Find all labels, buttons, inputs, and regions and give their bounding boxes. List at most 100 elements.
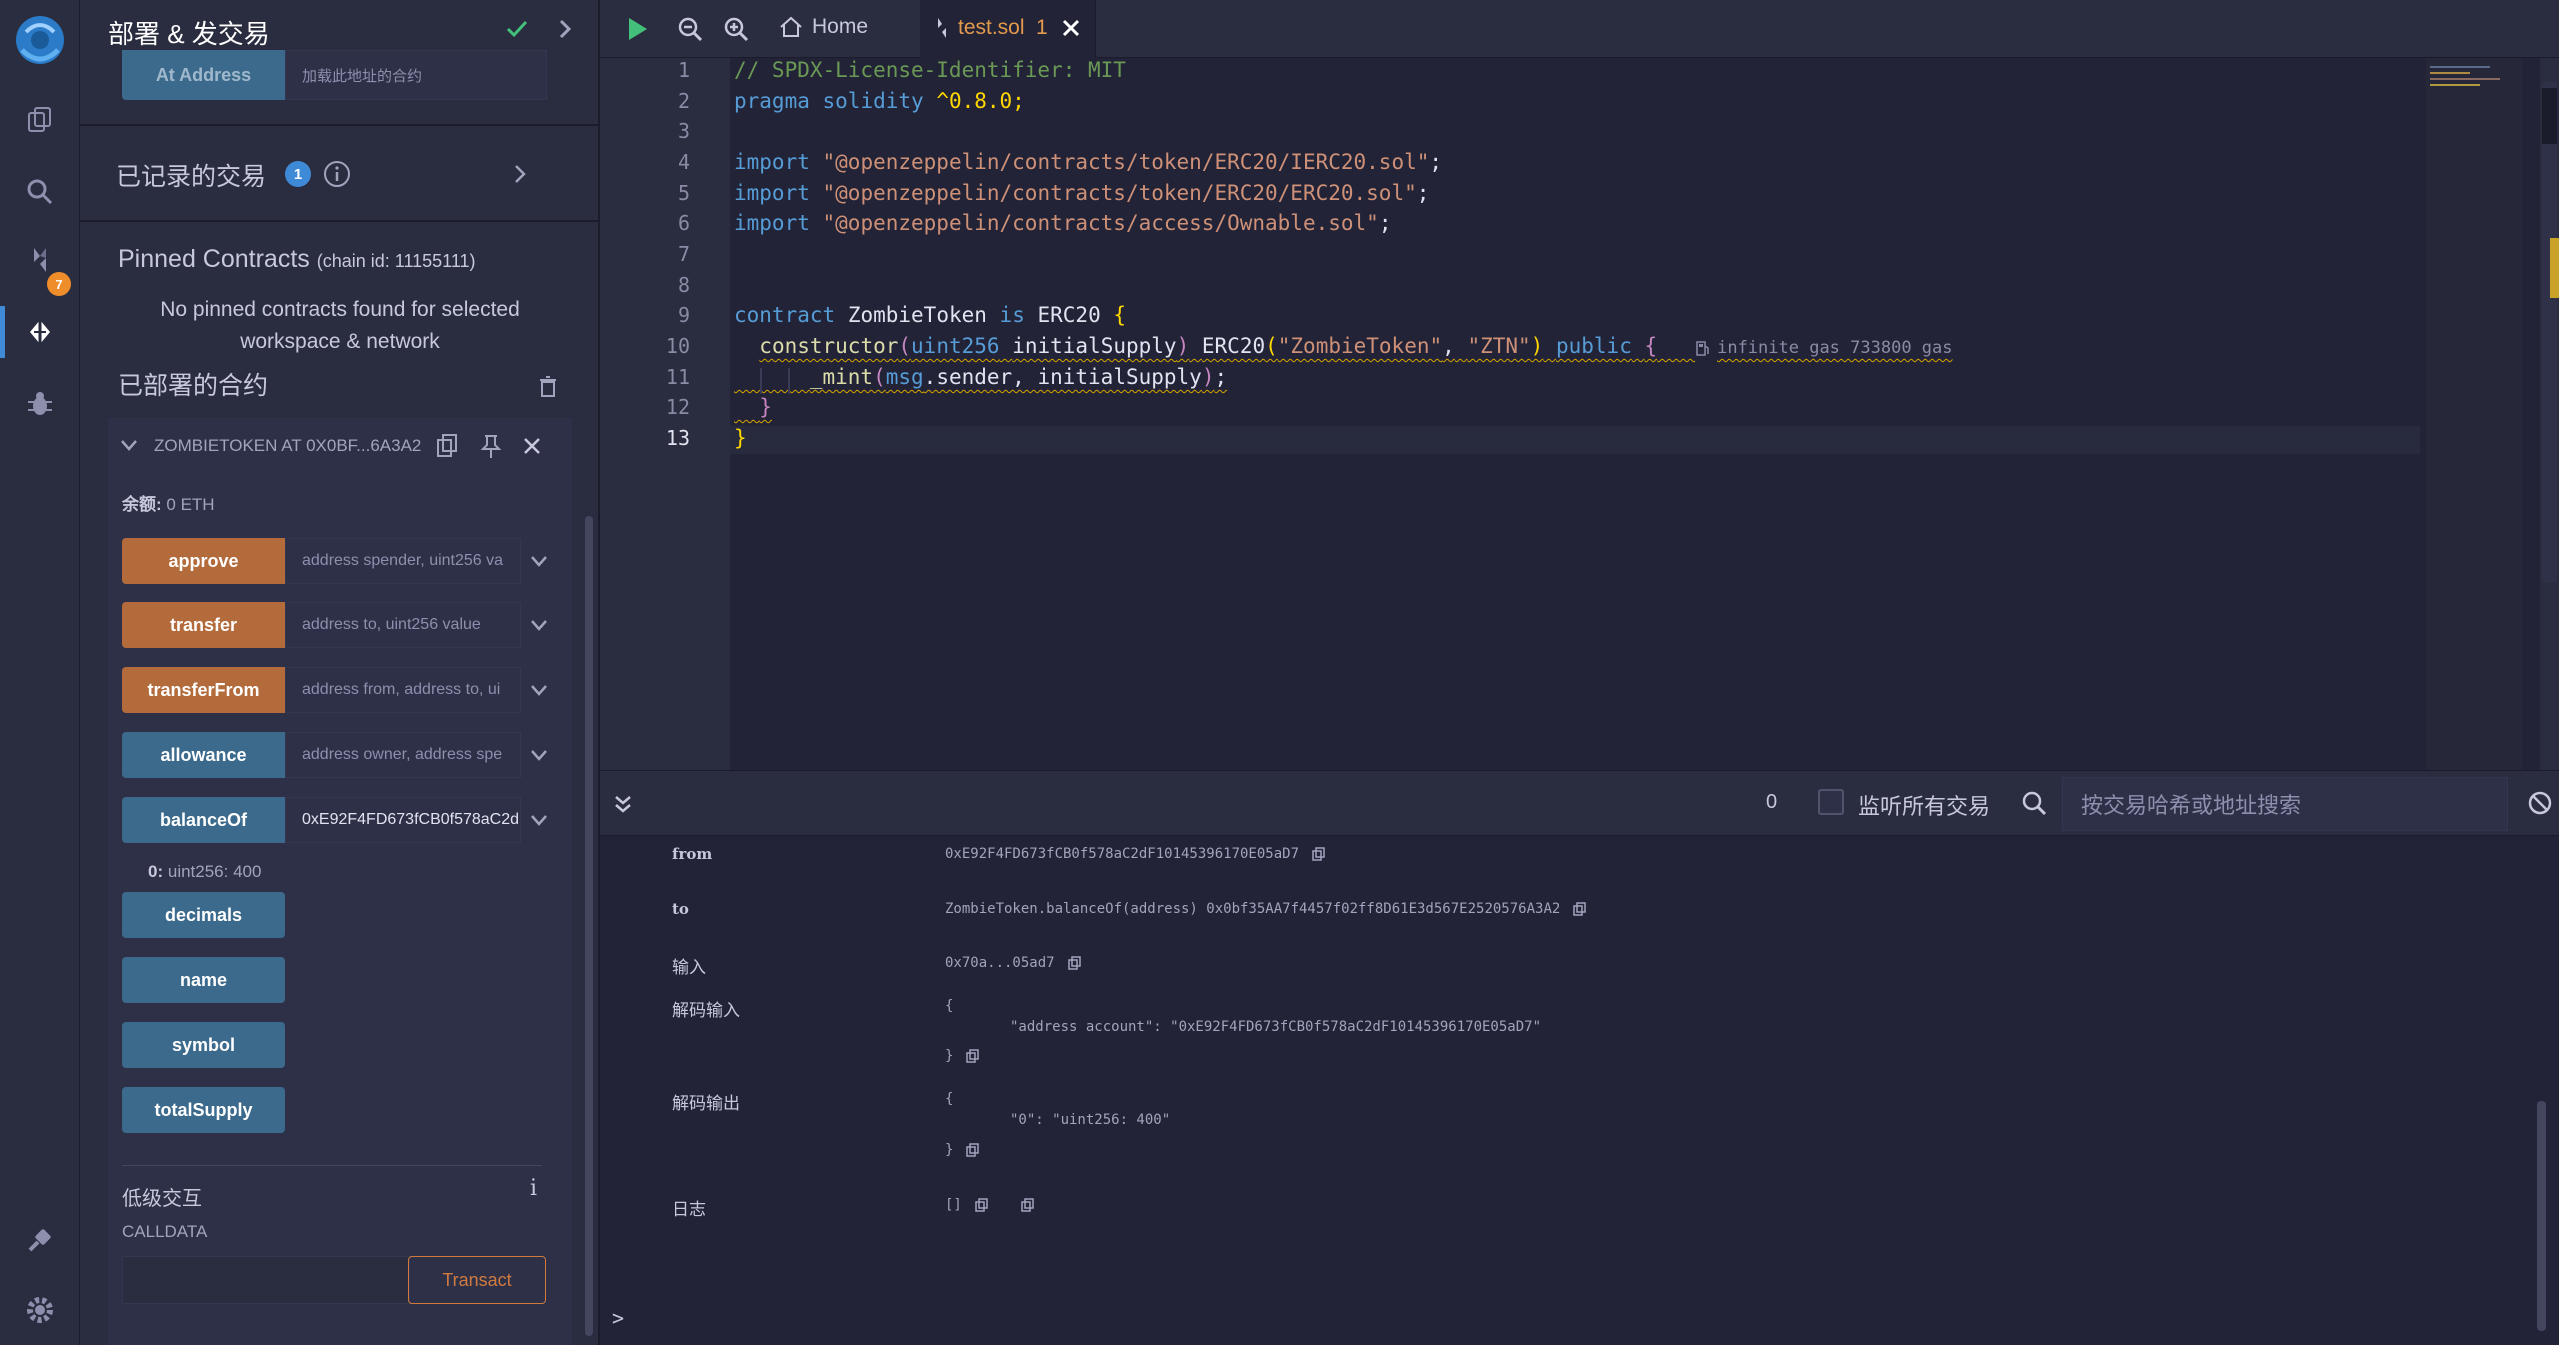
- minimap-line: [2430, 84, 2480, 86]
- totalsupply-button[interactable]: totalSupply: [122, 1087, 285, 1133]
- allowance-button[interactable]: allowance: [122, 732, 285, 778]
- contract-instance-name[interactable]: ZOMBIETOKEN AT 0X0BF...6A3A2: [154, 436, 421, 456]
- balanceof-args-input[interactable]: 0xE92F4FD673fCB0f578aC2dF: [285, 797, 521, 843]
- transferfrom-button[interactable]: transferFrom: [122, 667, 285, 713]
- zoom-in-icon[interactable]: [722, 15, 750, 43]
- string-token: "ZombieToken": [1277, 334, 1443, 358]
- copy-icon[interactable]: [965, 1142, 981, 1158]
- line-number: 10: [665, 334, 690, 358]
- divider: [80, 220, 598, 222]
- pinned-empty-line2: workspace & network: [240, 330, 440, 353]
- clear-terminal-icon[interactable]: [2526, 789, 2554, 817]
- file-explorer-icon[interactable]: [20, 100, 60, 140]
- deploy-run-icon[interactable]: [20, 312, 60, 352]
- deploy-run-panel: 部署 & 发交易 At Address 加载此地址的合约 已记录的交易 1 Pi…: [80, 0, 600, 1345]
- search-icon[interactable]: [2020, 789, 2048, 817]
- approve-expand-icon[interactable]: [525, 547, 553, 575]
- copy-icon[interactable]: [965, 1048, 981, 1064]
- copy-icon[interactable]: [1572, 901, 1588, 917]
- keyword-token: is: [999, 303, 1025, 327]
- minimap-line: [2430, 72, 2470, 74]
- transferfrom-args-input[interactable]: address from, address to, ui: [285, 667, 521, 713]
- identifier-token: ERC20: [1201, 334, 1266, 358]
- minimap-line: [2430, 78, 2500, 80]
- panel-scrollbar[interactable]: [585, 516, 593, 1336]
- symbol-button[interactable]: symbol: [122, 1022, 285, 1068]
- tab-home[interactable]: Home: [778, 14, 868, 40]
- balanceof-expand-icon[interactable]: [525, 806, 553, 834]
- listen-all-checkbox[interactable]: [1818, 789, 1844, 815]
- minimap-line: [2430, 66, 2490, 68]
- brace-token: }: [759, 395, 772, 419]
- line-number: 8: [677, 273, 690, 297]
- name-button[interactable]: name: [122, 957, 285, 1003]
- low-level-info-icon[interactable]: i: [530, 1176, 537, 1201]
- copy-icon[interactable]: [434, 432, 460, 460]
- recorded-tx-label: 已记录的交易: [116, 163, 267, 191]
- decoded-output-close: }: [945, 1142, 981, 1158]
- transact-button[interactable]: Transact: [408, 1256, 546, 1304]
- balanceof-button[interactable]: balanceOf: [122, 797, 285, 843]
- version-token: ^0.8.0;: [936, 89, 1025, 113]
- tab-test-sol[interactable]: test.sol 1: [920, 0, 1096, 58]
- tx-input-text: 0x70a...05ad7: [945, 955, 1055, 971]
- code-line-2: pragma solidity ^0.8.0;: [734, 89, 1025, 113]
- zoom-out-icon[interactable]: [676, 15, 704, 43]
- trash-icon[interactable]: [536, 374, 560, 400]
- chevron-down-icon[interactable]: [116, 432, 142, 458]
- remix-logo-icon[interactable]: [6, 8, 74, 76]
- search-icon[interactable]: [20, 172, 60, 212]
- code-line-5: import "@openzeppelin/contracts/token/ER…: [734, 181, 1429, 205]
- collapse-terminal-icon[interactable]: [610, 791, 636, 817]
- calldata-input[interactable]: [122, 1256, 410, 1304]
- copy-icon[interactable]: [974, 1197, 990, 1213]
- copy-icon[interactable]: [1020, 1197, 1036, 1213]
- transfer-button[interactable]: transfer: [122, 602, 285, 648]
- pin-icon[interactable]: [478, 432, 504, 460]
- decoded-output-close-text: }: [945, 1142, 954, 1158]
- run-play-icon[interactable]: [622, 14, 652, 44]
- code-line-9: contract ZombieToken is ERC20 {: [734, 303, 1126, 327]
- terminal-prompt[interactable]: >: [612, 1306, 624, 1330]
- minimap[interactable]: [2426, 58, 2522, 770]
- debugger-icon[interactable]: [20, 384, 60, 424]
- editor-scrollbar[interactable]: [2540, 58, 2559, 770]
- current-line-highlight: [730, 426, 2420, 454]
- copy-icon[interactable]: [1311, 846, 1327, 862]
- keyword-token: import: [734, 150, 810, 174]
- terminal-scrollbar[interactable]: [2537, 1101, 2546, 1331]
- line-number: 1: [677, 58, 690, 82]
- recorded-tx-expand-icon[interactable]: [506, 160, 534, 188]
- settings-gear-icon[interactable]: [20, 1290, 60, 1330]
- transferfrom-expand-icon[interactable]: [525, 676, 553, 704]
- code-line-1: // SPDX-License-Identifier: MIT: [734, 58, 1126, 82]
- copy-icon[interactable]: [1067, 955, 1083, 971]
- punct-token: (: [898, 334, 912, 358]
- transfer-expand-icon[interactable]: [525, 611, 553, 639]
- keyword-token: contract: [734, 303, 836, 327]
- decoded-input-open: {: [945, 998, 954, 1014]
- line-number: 5: [677, 181, 690, 205]
- allowance-args-input[interactable]: address owner, address spe: [285, 732, 521, 778]
- close-icon[interactable]: [520, 434, 544, 458]
- logs-value: []: [945, 1197, 1036, 1213]
- chevron-right-icon[interactable]: [550, 14, 580, 44]
- decimals-button[interactable]: decimals: [122, 892, 285, 938]
- info-circle-icon[interactable]: [322, 159, 352, 189]
- transfer-args-input[interactable]: address to, uint256 value: [285, 602, 521, 648]
- at-address-input[interactable]: 加载此地址的合约: [285, 50, 547, 100]
- tx-from-value: 0xE92F4FD673fCB0f578aC2dF10145396170E05a…: [945, 846, 1327, 862]
- identifier-token: ZombieToken: [847, 303, 987, 327]
- tx-search-input[interactable]: 按交易哈希或地址搜索: [2062, 777, 2508, 831]
- line-number: 2: [677, 89, 690, 113]
- approve-args-input[interactable]: address spender, uint256 va: [285, 538, 521, 584]
- code-editor[interactable]: // SPDX-License-Identifier: MIT pragma s…: [730, 58, 2540, 770]
- indent-guide: [760, 368, 762, 394]
- allowance-expand-icon[interactable]: [525, 741, 553, 769]
- at-address-button[interactable]: At Address: [122, 50, 285, 100]
- listen-all-label: 监听所有交易: [1858, 794, 1991, 819]
- plugin-manager-icon[interactable]: [20, 1220, 60, 1260]
- editor-scroll-thumb[interactable]: [2542, 82, 2557, 582]
- approve-button[interactable]: approve: [122, 538, 285, 584]
- close-tab-icon[interactable]: [1060, 17, 1082, 39]
